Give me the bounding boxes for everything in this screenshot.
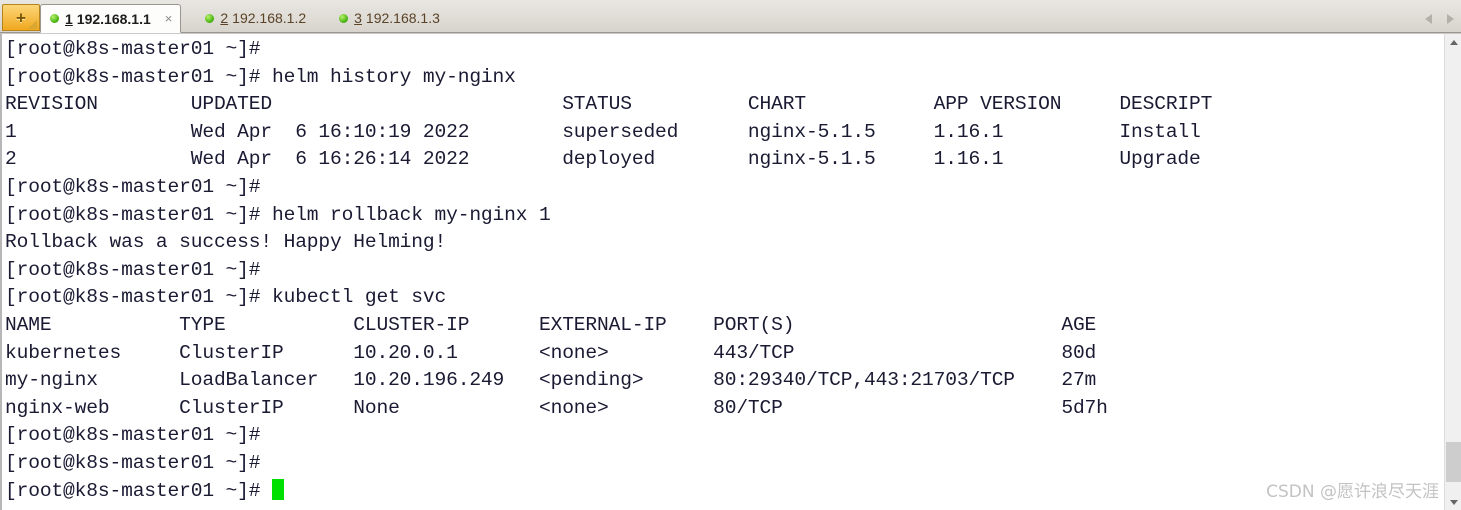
chevron-up-icon: [1449, 40, 1458, 45]
terminal-line: 2 Wed Apr 6 16:26:14 2022 deployed nginx…: [5, 148, 1201, 171]
terminal-line: my-nginx LoadBalancer 10.20.196.249 <pen…: [5, 369, 1097, 392]
tab-192-168-1-3[interactable]: 3 192.168.1.3: [329, 4, 449, 32]
tab-index-label: 2: [220, 10, 229, 26]
connection-status-dot-icon: [205, 13, 215, 23]
vertical-scrollbar[interactable]: [1444, 34, 1461, 510]
tab-scroll-right-button[interactable]: [1439, 6, 1461, 32]
new-tab-button[interactable]: +: [2, 4, 40, 31]
terminal-line: [root@k8s-master01 ~]#: [5, 38, 261, 60]
terminal-line: [root@k8s-master01 ~]# kubectl get svc: [5, 286, 447, 309]
tab-bar: + 1 192.168.1.1 × 2 192.168.1.2 3 192.16…: [0, 0, 1461, 33]
terminal-window: + 1 192.168.1.1 × 2 192.168.1.2 3 192.16…: [0, 0, 1461, 510]
terminal-line: nginx-web ClusterIP None <none> 80/TCP 5…: [5, 396, 1108, 419]
tab-host-label: 192.168.1.1: [76, 10, 151, 27]
text-cursor: [272, 478, 284, 500]
tab-index-label: 3: [354, 10, 362, 26]
close-icon[interactable]: ×: [165, 12, 173, 25]
terminal-line: [root@k8s-master01 ~]#: [5, 451, 261, 474]
tab-index-label: 1: [65, 10, 73, 27]
terminal-line: NAME TYPE CLUSTER-IP EXTERNAL-IP PORT(S)…: [5, 313, 1097, 336]
terminal-line: [root@k8s-master01 ~]# helm history my-n…: [5, 65, 516, 88]
terminal-line: [root@k8s-master01 ~]#: [5, 175, 261, 198]
terminal-line: [root@k8s-master01 ~]#: [5, 424, 261, 447]
terminal-line: REVISION UPDATED STATUS CHART APP VERSIO…: [5, 93, 1213, 116]
terminal-line: kubernetes ClusterIP 10.20.0.1 <none> 44…: [5, 341, 1097, 364]
scroll-down-button[interactable]: [1445, 494, 1461, 510]
terminal-line: [root@k8s-master01 ~]# helm rollback my-…: [5, 203, 551, 226]
terminal-body: [root@k8s-master01 ~]# [root@k8s-master01…: [0, 33, 1461, 510]
tab-host-label: 192.168.1.3: [365, 10, 440, 26]
terminal-line: Rollback was a success! Happy Helming!: [5, 231, 447, 254]
tab-192-168-1-2[interactable]: 2 192.168.1.2: [195, 4, 315, 32]
scroll-up-button[interactable]: [1445, 34, 1461, 51]
tab-192-168-1-1[interactable]: 1 192.168.1.1 ×: [40, 4, 182, 33]
connection-status-dot-icon: [50, 14, 59, 23]
chevron-left-icon: [1424, 14, 1432, 24]
prompt-text: [root@k8s-master01 ~]#: [5, 479, 272, 502]
chevron-down-icon: [1449, 500, 1458, 505]
scrollbar-thumb[interactable]: [1446, 442, 1461, 482]
chevron-right-icon: [1446, 14, 1454, 24]
terminal-prompt-line: [root@k8s-master01 ~]#: [5, 478, 1444, 506]
plus-icon: +: [16, 8, 26, 27]
terminal-line: [root@k8s-master01 ~]#: [5, 258, 261, 281]
tab-scroll-left-button[interactable]: [1417, 6, 1439, 32]
terminal-line: 1 Wed Apr 6 16:10:19 2022 superseded ngi…: [5, 120, 1201, 143]
terminal-output[interactable]: [root@k8s-master01 ~]# [root@k8s-master01…: [2, 34, 1444, 510]
connection-status-dot-icon: [339, 13, 349, 23]
tab-host-label: 192.168.1.2: [232, 10, 307, 26]
